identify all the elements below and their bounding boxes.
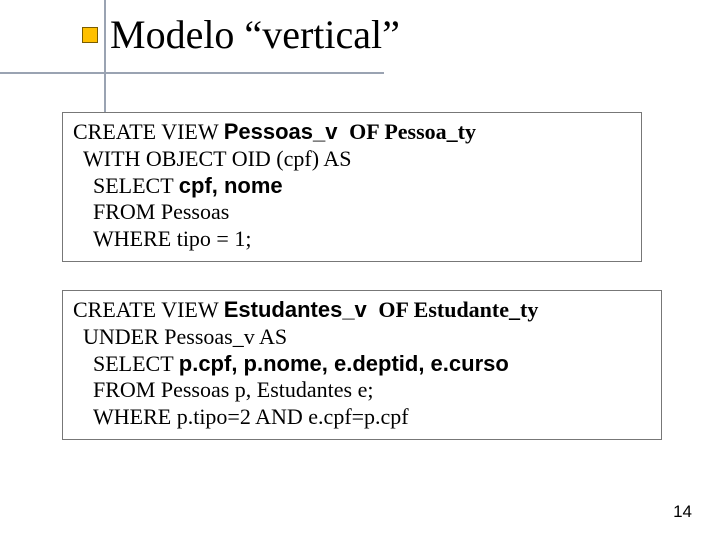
- slide: Modelo “vertical” CREATE VIEW Pessoas_v …: [0, 0, 720, 540]
- kw-select: SELECT: [93, 351, 179, 376]
- code-line: WHERE tipo = 1;: [73, 226, 631, 253]
- accent-rule-horizontal: [0, 72, 384, 74]
- code-line: SELECT cpf, nome: [73, 173, 631, 200]
- code-line: FROM Pessoas p, Estudantes e;: [73, 377, 651, 404]
- kw-select: SELECT: [93, 173, 179, 198]
- code-box-estudantes-view: CREATE VIEW Estudantes_v OF Estudante_ty…: [62, 290, 662, 440]
- code-line: FROM Pessoas: [73, 199, 631, 226]
- page-number: 14: [673, 502, 692, 522]
- view-name: Estudantes_v: [224, 297, 373, 322]
- code-line: UNDER Pessoas_v AS: [73, 324, 651, 351]
- select-cols: cpf, nome: [179, 173, 283, 198]
- select-cols: p.cpf, p.nome, e.deptid, e.curso: [179, 351, 509, 376]
- slide-title: Modelo “vertical”: [110, 14, 400, 56]
- code-line: SELECT p.cpf, p.nome, e.deptid, e.curso: [73, 351, 651, 378]
- title-row: Modelo “vertical”: [82, 14, 400, 56]
- kw-create-view: CREATE VIEW: [73, 297, 224, 322]
- square-bullet-icon: [82, 27, 98, 43]
- of-type: OF Estudante_ty: [373, 297, 538, 322]
- code-box-pessoas-view: CREATE VIEW Pessoas_v OF Pessoa_ty WITH …: [62, 112, 642, 262]
- code-line: WITH OBJECT OID (cpf) AS: [73, 146, 631, 173]
- of-type: OF Pessoa_ty: [344, 119, 476, 144]
- code-line: WHERE p.tipo=2 AND e.cpf=p.cpf: [73, 404, 651, 431]
- kw-create-view: CREATE VIEW: [73, 119, 224, 144]
- view-name: Pessoas_v: [224, 119, 344, 144]
- code-line: CREATE VIEW Pessoas_v OF Pessoa_ty: [73, 119, 631, 146]
- code-line: CREATE VIEW Estudantes_v OF Estudante_ty: [73, 297, 651, 324]
